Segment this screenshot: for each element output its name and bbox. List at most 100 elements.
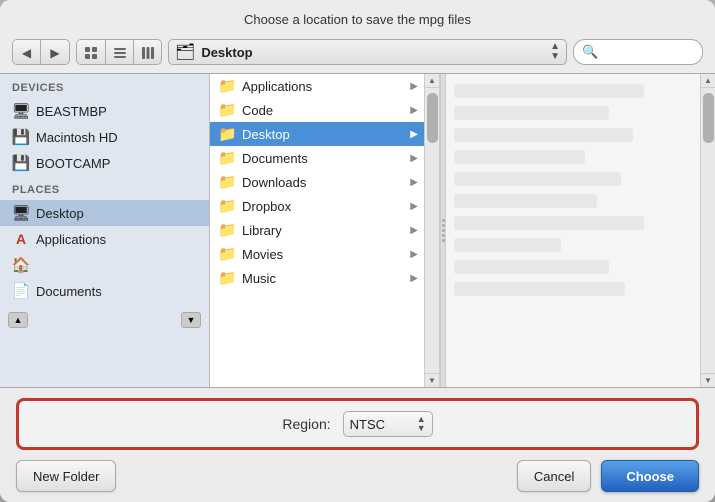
column-view-button[interactable] — [133, 40, 161, 65]
scroll-thumb[interactable] — [427, 93, 438, 143]
folder-icon: 📁 — [218, 149, 236, 167]
choose-button[interactable]: Choose — [601, 460, 699, 492]
list-view-button[interactable] — [105, 40, 133, 65]
drive-icon: 💾 — [12, 128, 30, 146]
devices-header: DEVICES — [0, 74, 209, 98]
file-label-music: Music — [242, 271, 276, 286]
location-text: Desktop — [201, 45, 544, 60]
arrow-icon: ▶ — [410, 273, 418, 284]
file-label-downloads: Downloads — [242, 175, 306, 190]
region-selector[interactable]: NTSC ▲▼ — [343, 411, 433, 437]
sidebar-label-beastmbp: BEASTMBP — [36, 104, 107, 119]
file-item-documents[interactable]: 📁 Documents ▶ — [210, 146, 424, 170]
blurred-content — [454, 238, 561, 252]
blurred-content — [454, 194, 597, 208]
sidebar: DEVICES 🖥 BEASTMBP 💾 Macintosh HD 💾 BOOT… — [0, 74, 210, 387]
folder-icon: 📁 — [218, 101, 236, 119]
new-folder-button[interactable]: New Folder — [16, 460, 116, 492]
browser-area: DEVICES 🖥 BEASTMBP 💾 Macintosh HD 💾 BOOT… — [0, 73, 715, 388]
documents-icon: 📄 — [12, 282, 30, 300]
file-item-applications[interactable]: 📁 Applications ▶ — [210, 74, 424, 98]
file-item-movies[interactable]: 📁 Movies ▶ — [210, 242, 424, 266]
drive-icon: 💾 — [12, 154, 30, 172]
file-label-dropbox: Dropbox — [242, 199, 291, 214]
file-item-library[interactable]: 📁 Library ▶ — [210, 218, 424, 242]
file-column-2 — [446, 74, 700, 387]
forward-button[interactable]: ▶ — [41, 40, 69, 65]
folder-icon: 📁 — [218, 197, 236, 215]
folder-icon: 📁 — [218, 173, 236, 191]
file-item-desktop[interactable]: 📁 Desktop ▶ — [210, 122, 424, 146]
location-selector[interactable]: 🗂 Desktop ▲▼ — [168, 39, 567, 65]
search-icon: 🔍 — [582, 44, 598, 60]
search-input[interactable] — [602, 45, 694, 59]
splitter-indicator — [442, 219, 445, 242]
scroll-down-arrow[interactable]: ▼ — [701, 373, 715, 387]
sidebar-item-bootcamp[interactable]: 💾 BOOTCAMP — [0, 150, 209, 176]
sidebar-item-macintosh-hd[interactable]: 💾 Macintosh HD — [0, 124, 209, 150]
sidebar-scroll-controls: ▲ ▼ — [0, 308, 209, 332]
location-stepper-icon: ▲▼ — [550, 42, 560, 62]
toolbar: ◀ ▶ — [0, 35, 715, 73]
arrow-icon: ▶ — [410, 153, 418, 164]
location-folder-icon: 🗂 — [175, 42, 195, 62]
file-column-1: 📁 Applications ▶ 📁 Code ▶ 📁 Desktop ▶ — [210, 74, 424, 387]
sidebar-item-beastmbp[interactable]: 🖥 BEASTMBP — [0, 98, 209, 124]
arrow-icon: ▶ — [410, 81, 418, 92]
arrow-icon: ▶ — [410, 201, 418, 212]
blurred-content — [454, 282, 625, 296]
blurred-content — [454, 172, 621, 186]
sidebar-item-applications[interactable]: A Applications — [0, 226, 209, 252]
arrow-icon: ▶ — [410, 105, 418, 116]
sidebar-label-bootcamp: BOOTCAMP — [36, 156, 110, 171]
arrow-icon: ▶ — [410, 129, 418, 140]
blurred-content — [454, 260, 609, 274]
file-label-documents: Documents — [242, 151, 308, 166]
blurred-content — [454, 128, 633, 142]
search-box[interactable]: 🔍 — [573, 39, 703, 65]
back-button[interactable]: ◀ — [13, 40, 41, 65]
column1-scrollbar: ▲ ▼ — [424, 74, 439, 387]
sidebar-item-documents[interactable]: 📄 Documents — [0, 278, 209, 304]
scroll-down-arrow[interactable]: ▼ — [425, 373, 439, 387]
file-label-desktop: Desktop — [242, 127, 290, 142]
arrow-icon: ▶ — [410, 249, 418, 260]
file-item-dropbox[interactable]: 📁 Dropbox ▶ — [210, 194, 424, 218]
save-dialog: Choose a location to save the mpg files … — [0, 0, 715, 502]
folder-icon: 📁 — [218, 221, 236, 239]
region-box: Region: NTSC ▲▼ — [16, 398, 699, 450]
bottom-section: Region: NTSC ▲▼ New Folder Cancel Choose — [0, 388, 715, 502]
blurred-content — [454, 106, 609, 120]
sidebar-scroll-down[interactable]: ▼ — [181, 312, 201, 328]
scroll-up-arrow[interactable]: ▲ — [701, 74, 715, 88]
blurred-content — [454, 84, 644, 98]
scroll-up-arrow[interactable]: ▲ — [425, 74, 439, 88]
region-label: Region: — [282, 416, 330, 432]
region-stepper-icon: ▲▼ — [417, 415, 426, 433]
sidebar-label-macintosh-hd: Macintosh HD — [36, 130, 118, 145]
scroll-thumb[interactable] — [703, 93, 714, 143]
places-header: PLACES — [0, 176, 209, 200]
file-item-code[interactable]: 📁 Code ▶ — [210, 98, 424, 122]
blurred-content — [454, 216, 644, 230]
sidebar-item-home[interactable]: 🏠 — [0, 252, 209, 278]
column2-scrollbar: ▲ ▼ — [700, 74, 715, 387]
column2-container: ▲ ▼ — [446, 74, 715, 387]
arrow-icon: ▶ — [410, 177, 418, 188]
file-item-music[interactable]: 📁 Music ▶ — [210, 266, 424, 290]
column1-container: 📁 Applications ▶ 📁 Code ▶ 📁 Desktop ▶ — [210, 74, 440, 387]
sidebar-label-applications: Applications — [36, 232, 106, 247]
sidebar-scroll-up[interactable]: ▲ — [8, 312, 28, 328]
desktop-icon: 🖥 — [12, 204, 30, 222]
region-value: NTSC — [350, 417, 413, 432]
icon-view-button[interactable] — [77, 40, 105, 65]
actions-row: New Folder Cancel Choose — [16, 460, 699, 492]
cancel-button[interactable]: Cancel — [517, 460, 591, 492]
file-label-library: Library — [242, 223, 282, 238]
sidebar-item-desktop[interactable]: 🖥 Desktop — [0, 200, 209, 226]
folder-icon: 📁 — [218, 245, 236, 263]
home-icon: 🏠 — [12, 256, 30, 274]
arrow-icon: ▶ — [410, 225, 418, 236]
file-item-downloads[interactable]: 📁 Downloads ▶ — [210, 170, 424, 194]
blurred-content — [454, 150, 585, 164]
